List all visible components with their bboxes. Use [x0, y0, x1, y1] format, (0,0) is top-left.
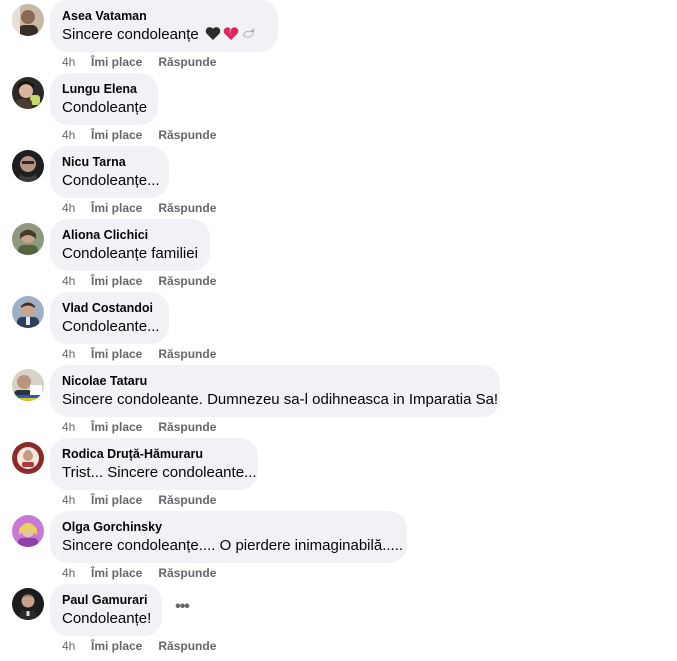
comment-item: Olga Gorchinsky Sincere condoleanțe.... …: [12, 511, 672, 588]
comment-time[interactable]: 4h: [62, 346, 89, 362]
comment-bubble: Aliona Clichici Condoleanțe familiei: [50, 219, 210, 271]
comment-author[interactable]: Vlad Costandoi: [62, 300, 157, 316]
reply-button[interactable]: Răspunde: [158, 346, 216, 362]
comment-time[interactable]: 4h: [62, 565, 89, 581]
comment-time[interactable]: 4h: [62, 492, 89, 508]
comment-text: Sincere condoleante. Dumnezeu sa-l odihn…: [62, 391, 499, 408]
avatar[interactable]: [12, 223, 44, 255]
comment-author[interactable]: Lungu Elena: [62, 81, 146, 97]
comment-author[interactable]: Paul Gamurari: [62, 592, 150, 608]
comment-meta: 4h Îmi place Răspunde: [62, 273, 216, 289]
avatar[interactable]: [12, 77, 44, 109]
comment-text: Sincere condoleanțe: [62, 25, 266, 47]
comment-text: Condoleanțe familiei: [62, 245, 198, 262]
comment-item: Aliona Clichici Condoleanțe familiei 4h Î…: [12, 219, 672, 296]
like-button[interactable]: Îmi place: [91, 127, 142, 143]
comment-text: Condoleante...: [62, 318, 160, 335]
avatar[interactable]: [12, 442, 44, 474]
comment-author[interactable]: Asea Vataman: [62, 8, 266, 24]
comment-time[interactable]: 4h: [62, 54, 89, 70]
comment-bubble: Nicu Tarna Condoleanțe...: [50, 146, 169, 198]
like-button[interactable]: Îmi place: [91, 346, 142, 362]
like-button[interactable]: Îmi place: [91, 273, 142, 289]
black-heart-emoji: [205, 26, 221, 47]
avatar[interactable]: [12, 296, 44, 328]
avatar[interactable]: [12, 369, 44, 401]
comment-meta: 4h Îmi place Răspunde: [62, 200, 216, 216]
comment-bubble: Vlad Costandoi Condoleante...: [50, 292, 169, 344]
avatar[interactable]: [12, 515, 44, 547]
comment-time[interactable]: 4h: [62, 200, 89, 216]
comment-item: Nicolae Tataru Sincere condoleante. Dumn…: [12, 365, 672, 442]
comment-time[interactable]: 4h: [62, 419, 89, 435]
comment-meta: 4h Îmi place Răspunde: [62, 127, 216, 143]
comment-text-content: Sincere condoleanțe: [62, 26, 199, 43]
comment-meta: 4h Îmi place Răspunde: [62, 419, 216, 435]
comment-item: Paul Gamurari Condoleanțe! ••• 4h Îmi pla…: [12, 584, 672, 661]
comment-time[interactable]: 4h: [62, 273, 89, 289]
like-button[interactable]: Îmi place: [91, 565, 142, 581]
comment-meta: 4h Îmi place Răspunde: [62, 54, 216, 70]
comment-bubble: Rodica Druță-Hămuraru Trist... Sincere c…: [50, 438, 258, 490]
reply-button[interactable]: Răspunde: [158, 419, 216, 435]
avatar[interactable]: [12, 588, 44, 620]
reply-button[interactable]: Răspunde: [158, 54, 216, 70]
dove-emoji: [241, 26, 257, 47]
reply-button[interactable]: Răspunde: [158, 638, 216, 654]
like-button[interactable]: Îmi place: [91, 638, 142, 654]
comment-author[interactable]: Nicu Tarna: [62, 154, 157, 170]
comment-text: Sincere condoleanțe.... O pierdere inima…: [62, 537, 404, 554]
comment-text: Condoleanțe...: [62, 172, 160, 189]
comment-item: Vlad Costandoi Condoleante... 4h Îmi plac…: [12, 292, 672, 369]
avatar[interactable]: [12, 4, 44, 36]
comment-bubble: Lungu Elena Condoleanțe: [50, 73, 158, 125]
comment-time[interactable]: 4h: [62, 127, 89, 143]
reply-button[interactable]: Răspunde: [158, 273, 216, 289]
avatar[interactable]: [12, 150, 44, 182]
comment-bubble: Nicolae Tataru Sincere condoleante. Dumn…: [50, 365, 500, 417]
comment-text: Condoleanțe!: [62, 610, 152, 627]
comment-meta: 4h Îmi place Răspunde: [62, 346, 216, 362]
comment-text: Trist... Sincere condoleante...: [62, 464, 257, 481]
reply-button[interactable]: Răspunde: [158, 200, 216, 216]
comment-meta: 4h Îmi place Răspunde: [62, 565, 216, 581]
comment-meta: 4h Îmi place Răspunde: [62, 492, 216, 508]
comment-author[interactable]: Nicolae Tataru: [62, 373, 488, 389]
comment-item: Asea Vataman Sincere condoleanțe 4h Îmi p…: [12, 0, 672, 77]
comment-bubble: Paul Gamurari Condoleanțe!: [50, 584, 162, 636]
reply-button[interactable]: Răspunde: [158, 127, 216, 143]
comment-item: Lungu Elena Condoleanțe 4h Îmi place Răspu…: [12, 73, 672, 150]
comment-author[interactable]: Aliona Clichici: [62, 227, 198, 243]
comment-time[interactable]: 4h: [62, 638, 89, 654]
more-options-icon[interactable]: •••: [172, 599, 192, 620]
broken-heart-emoji: [223, 26, 239, 47]
comment-bubble: Olga Gorchinsky Sincere condoleanțe.... …: [50, 511, 407, 563]
reply-button[interactable]: Răspunde: [158, 492, 216, 508]
comment-meta: 4h Îmi place Răspunde: [62, 638, 216, 654]
like-button[interactable]: Îmi place: [91, 200, 142, 216]
comment-author[interactable]: Rodica Druță-Hămuraru: [62, 446, 246, 462]
like-button[interactable]: Îmi place: [91, 54, 142, 70]
comment-text: Condoleanțe: [62, 99, 148, 116]
comment-item: Rodica Druță-Hămuraru Trist... Sincere c…: [12, 438, 672, 515]
comment-author[interactable]: Olga Gorchinsky: [62, 519, 395, 535]
like-button[interactable]: Îmi place: [91, 492, 142, 508]
like-button[interactable]: Îmi place: [91, 419, 142, 435]
comment-bubble: Asea Vataman Sincere condoleanțe: [50, 0, 278, 52]
comment-item: Nicu Tarna Condoleanțe... 4h Îmi place Răs…: [12, 146, 672, 223]
reply-button[interactable]: Răspunde: [158, 565, 216, 581]
